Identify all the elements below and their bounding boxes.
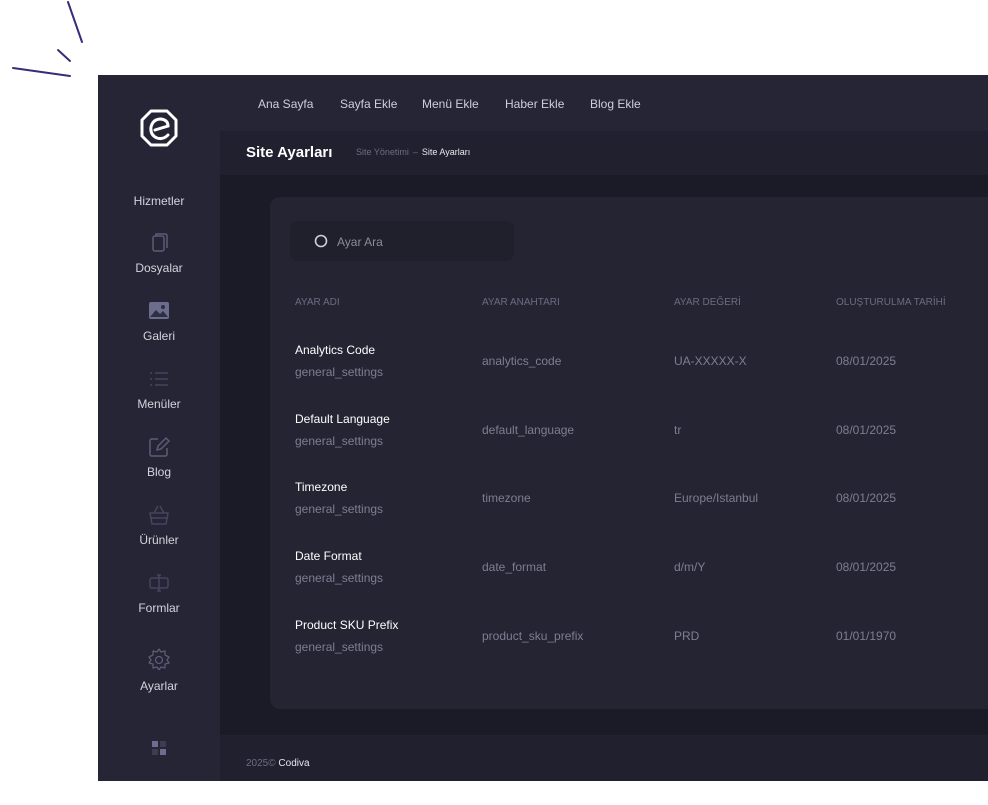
- footer-year: 2025©: [246, 758, 276, 769]
- created-date: 08/01/2025: [836, 560, 897, 574]
- table-row[interactable]: Default Language general_settings defaul…: [270, 412, 988, 481]
- setting-name: Analytics Code: [295, 343, 376, 357]
- setting-name: Date Format: [295, 549, 362, 563]
- setting-key: date_format: [482, 560, 547, 574]
- page-header: Site Ayarları Site Yönetimi – Site Ayarlar…: [220, 131, 988, 175]
- search-icon: [314, 234, 328, 248]
- sidebar-item-blog[interactable]: Blog: [98, 436, 220, 492]
- sidebar-item-label: Ayarlar: [140, 679, 178, 693]
- top-navigation: Ana Sayfa Sayfa Ekle Menü Ekle Haber Ekl…: [220, 75, 988, 131]
- list-icon: [150, 372, 168, 386]
- nav-ana-sayfa[interactable]: Ana Sayfa: [258, 97, 313, 111]
- setting-key: default_language: [482, 423, 575, 437]
- form-icon: [149, 574, 169, 592]
- sidebar-item-dosyalar[interactable]: Dosyalar: [98, 232, 220, 288]
- setting-name: Default Language: [295, 412, 390, 426]
- setting-value: tr: [674, 423, 682, 437]
- search-box: [290, 221, 514, 261]
- created-date: 08/01/2025: [836, 354, 897, 368]
- grid-icon[interactable]: [151, 740, 167, 756]
- setting-key: analytics_code: [482, 354, 562, 368]
- settings-card: AYAR ADI AYAR ANAHTARI AYAR DEĞERİ OLUŞT…: [270, 197, 988, 709]
- sidebar-item-urunler[interactable]: Ürünler: [98, 504, 220, 560]
- setting-value: d/m/Y: [674, 560, 706, 574]
- setting-group: general_settings: [295, 571, 384, 585]
- sidebar-item-label: Galeri: [142, 329, 175, 343]
- setting-group: general_settings: [295, 502, 384, 516]
- breadcrumb: Site Yönetimi – Site Ayarları: [356, 147, 470, 157]
- setting-group: general_settings: [295, 640, 384, 654]
- footer-copyright: 2025© Codiva: [246, 758, 310, 769]
- breadcrumb-current: Site Ayarları: [421, 147, 471, 157]
- breadcrumb-separator: –: [412, 147, 418, 157]
- sidebar-item-label: Formlar: [138, 601, 180, 615]
- sidebar-item-formlar[interactable]: Formlar: [98, 572, 220, 628]
- page-title: Site Ayarları: [246, 144, 333, 161]
- table-row[interactable]: Date Format general_settings date_format…: [270, 549, 988, 618]
- sidebar: Hizmetler Dosyalar Galeri Menüler Blog Ü…: [98, 75, 220, 781]
- created-date: 08/01/2025: [836, 423, 897, 437]
- decorative-doodle: [12, 1, 83, 77]
- basket-icon: [149, 505, 169, 525]
- nav-sayfa-ekle[interactable]: Sayfa Ekle: [340, 97, 397, 111]
- nav-blog-ekle[interactable]: Blog Ekle: [590, 97, 641, 111]
- admin-app: Hizmetler Dosyalar Galeri Menüler Blog Ü…: [98, 75, 988, 781]
- edit-icon: [149, 436, 170, 457]
- column-header-ayar-anahtari[interactable]: AYAR ANAHTARI: [482, 297, 560, 308]
- sidebar-item-galeri[interactable]: Galeri: [98, 300, 220, 356]
- created-date: 08/01/2025: [836, 491, 897, 505]
- column-header-ayar-adi[interactable]: AYAR ADI: [295, 297, 340, 308]
- sidebar-item-label: Ürünler: [139, 533, 179, 547]
- gear-icon: [148, 648, 170, 670]
- setting-name: Product SKU Prefix: [295, 618, 399, 632]
- setting-group: general_settings: [295, 434, 384, 448]
- setting-key: timezone: [482, 491, 531, 505]
- table-row[interactable]: Analytics Code general_settings analytic…: [270, 343, 988, 412]
- nav-menu-ekle[interactable]: Menü Ekle: [422, 97, 479, 111]
- setting-key: product_sku_prefix: [482, 629, 584, 643]
- search-input[interactable]: [335, 231, 509, 253]
- sidebar-item-ayarlar[interactable]: Ayarlar: [98, 648, 220, 704]
- sidebar-item-label: Dosyalar: [135, 261, 183, 275]
- setting-value: Europe/Istanbul: [674, 491, 759, 505]
- table-row[interactable]: Timezone general_settings timezone Europ…: [270, 480, 988, 549]
- sidebar-item-label: Menüler: [137, 397, 181, 411]
- codiva-logo-icon[interactable]: [137, 106, 181, 150]
- setting-name: Timezone: [295, 480, 348, 494]
- sidebar-item-menuler[interactable]: Menüler: [98, 368, 220, 424]
- created-date: 01/01/1970: [836, 629, 897, 643]
- sidebar-item-hizmetler[interactable]: Hizmetler: [98, 194, 220, 208]
- footer: 2025© Codiva: [220, 735, 988, 781]
- nav-haber-ekle[interactable]: Haber Ekle: [505, 97, 564, 111]
- column-header-ayar-degeri[interactable]: AYAR DEĞERİ: [674, 297, 741, 308]
- table-row[interactable]: Product SKU Prefix general_settings prod…: [270, 618, 988, 687]
- footer-brand-link[interactable]: Codiva: [278, 758, 309, 769]
- file-icon: [152, 233, 168, 252]
- column-header-olusturulma-tarihi[interactable]: OLUŞTURULMA TARİHİ: [836, 297, 946, 308]
- image-icon: [149, 302, 169, 319]
- setting-group: general_settings: [295, 365, 384, 379]
- sidebar-item-label: Blog: [146, 465, 172, 479]
- breadcrumb-site-yonetimi[interactable]: Site Yönetimi: [356, 147, 409, 157]
- setting-value: PRD: [674, 629, 700, 643]
- setting-value: UA-XXXXX-X: [674, 354, 747, 368]
